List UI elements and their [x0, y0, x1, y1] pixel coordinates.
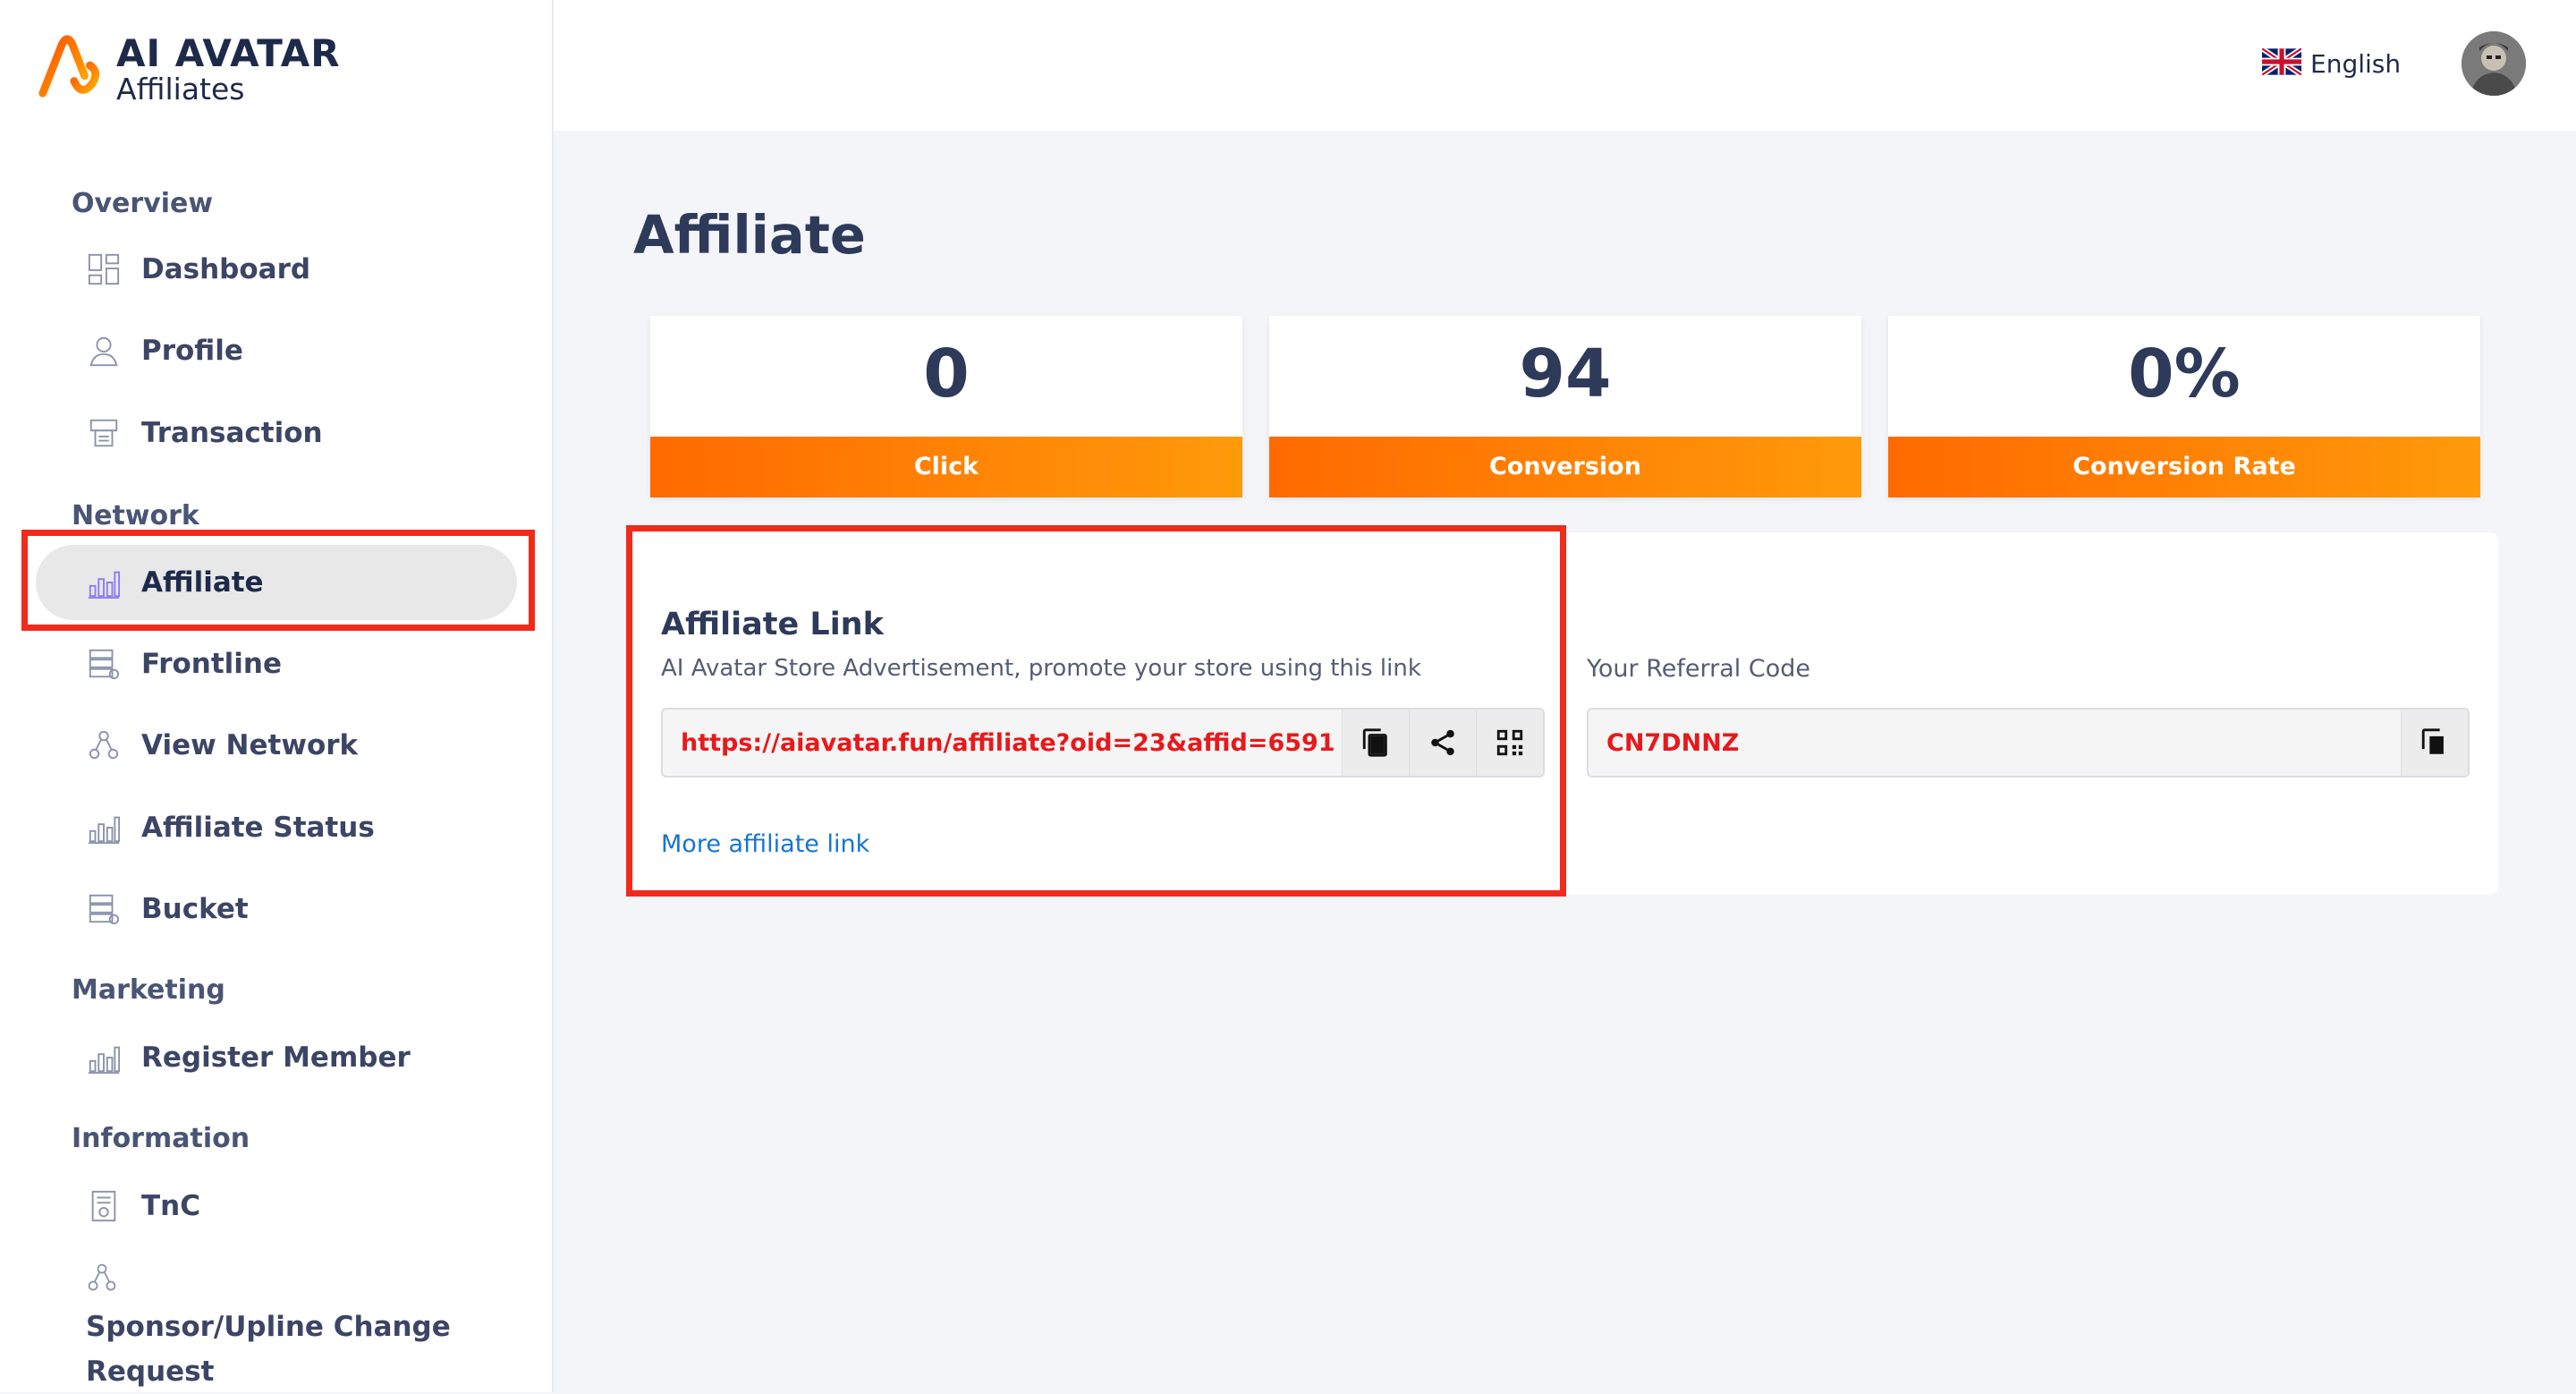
list-icon: [86, 646, 122, 682]
user-icon: [86, 333, 122, 369]
stat-label: Conversion Rate: [1888, 437, 2480, 497]
referral-code-field[interactable]: CN7DNNZ: [1587, 708, 2470, 778]
sidebar-item-tnc[interactable]: TnC: [36, 1169, 517, 1244]
top-bar: English: [554, 0, 2576, 131]
section-network: Network: [72, 500, 199, 531]
sidebar-item-dashboard[interactable]: Dashboard: [36, 232, 517, 307]
sidebar-item-bucket[interactable]: Bucket: [36, 871, 517, 947]
document-icon: [86, 1188, 122, 1224]
sidebar-item-sponsor-upline-change-request[interactable]: Sponsor/Upline Change Request: [86, 1262, 515, 1394]
sidebar-item-profile[interactable]: Profile: [36, 313, 517, 388]
sidebar-item-label-line1: Sponsor/Upline Change: [86, 1311, 451, 1343]
network-icon: [86, 1262, 122, 1297]
sidebar-item-frontline[interactable]: Frontline: [36, 626, 517, 701]
page-title: Affiliate: [633, 204, 866, 266]
highlight-box-sidebar: [21, 530, 535, 631]
avatar-icon: [2462, 31, 2526, 96]
copy-icon: [2421, 728, 2444, 754]
referral-code-label: Your Referral Code: [1587, 655, 1810, 683]
language-selector[interactable]: English: [2260, 46, 2402, 79]
printer-icon: [86, 415, 122, 451]
stat-card-conversion: 94 Conversion: [1269, 316, 1861, 497]
brand-logo[interactable]: AI AVATAR Affiliates: [36, 32, 341, 106]
sidebar-item-register-member[interactable]: Register Member: [36, 1020, 517, 1095]
avatar[interactable]: [2462, 31, 2526, 96]
sidebar-item-label: Profile: [141, 335, 243, 367]
brand-subtitle: Affiliates: [116, 72, 245, 106]
language-label: English: [2310, 48, 2402, 79]
stat-label: Conversion: [1269, 437, 1861, 497]
stat-value: 0%: [2128, 336, 2241, 412]
sidebar-item-label-line2: Request: [86, 1356, 215, 1388]
sidebar-item-label: Dashboard: [141, 253, 311, 285]
sidebar-item-label: View Network: [141, 729, 359, 761]
bar-chart-icon: [86, 810, 122, 846]
sidebar-item-view-network[interactable]: View Network: [36, 708, 517, 783]
list-icon: [86, 891, 122, 927]
sidebar-item-label: Bucket: [141, 893, 249, 925]
copy-referral-code-button[interactable]: [2401, 710, 2468, 776]
stat-value: 0: [923, 336, 970, 412]
stat-label: Click: [650, 437, 1242, 497]
sidebar-item-transaction[interactable]: Transaction: [36, 395, 517, 471]
sidebar-item-label: Affiliate Status: [141, 812, 375, 844]
stat-card-click: 0 Click: [650, 316, 1242, 497]
stat-value: 94: [1519, 336, 1612, 412]
sidebar-item-label: Frontline: [141, 648, 283, 680]
sidebar-item-affiliate-status[interactable]: Affiliate Status: [36, 790, 517, 865]
uk-flag-icon: [2260, 46, 2303, 79]
section-marketing: Marketing: [72, 974, 225, 1006]
stat-card-conversion-rate: 0% Conversion Rate: [1888, 316, 2480, 497]
sidebar-item-label: Transaction: [141, 417, 323, 449]
referral-code-value[interactable]: CN7DNNZ: [1589, 729, 2401, 757]
network-icon: [86, 727, 122, 763]
highlight-box-affiliate-link: [626, 525, 1566, 897]
sidebar-item-label: Register Member: [141, 1041, 411, 1074]
sidebar: AI AVATAR Affiliates Overview Dashboard …: [0, 0, 554, 1392]
sidebar-item-label: TnC: [141, 1190, 200, 1222]
bar-chart-icon: [86, 1040, 122, 1075]
logo-icon: [38, 35, 100, 98]
section-overview: Overview: [72, 188, 214, 219]
brand-title: AI AVATAR: [116, 31, 341, 75]
section-information: Information: [72, 1123, 250, 1154]
dashboard-icon: [86, 251, 122, 287]
